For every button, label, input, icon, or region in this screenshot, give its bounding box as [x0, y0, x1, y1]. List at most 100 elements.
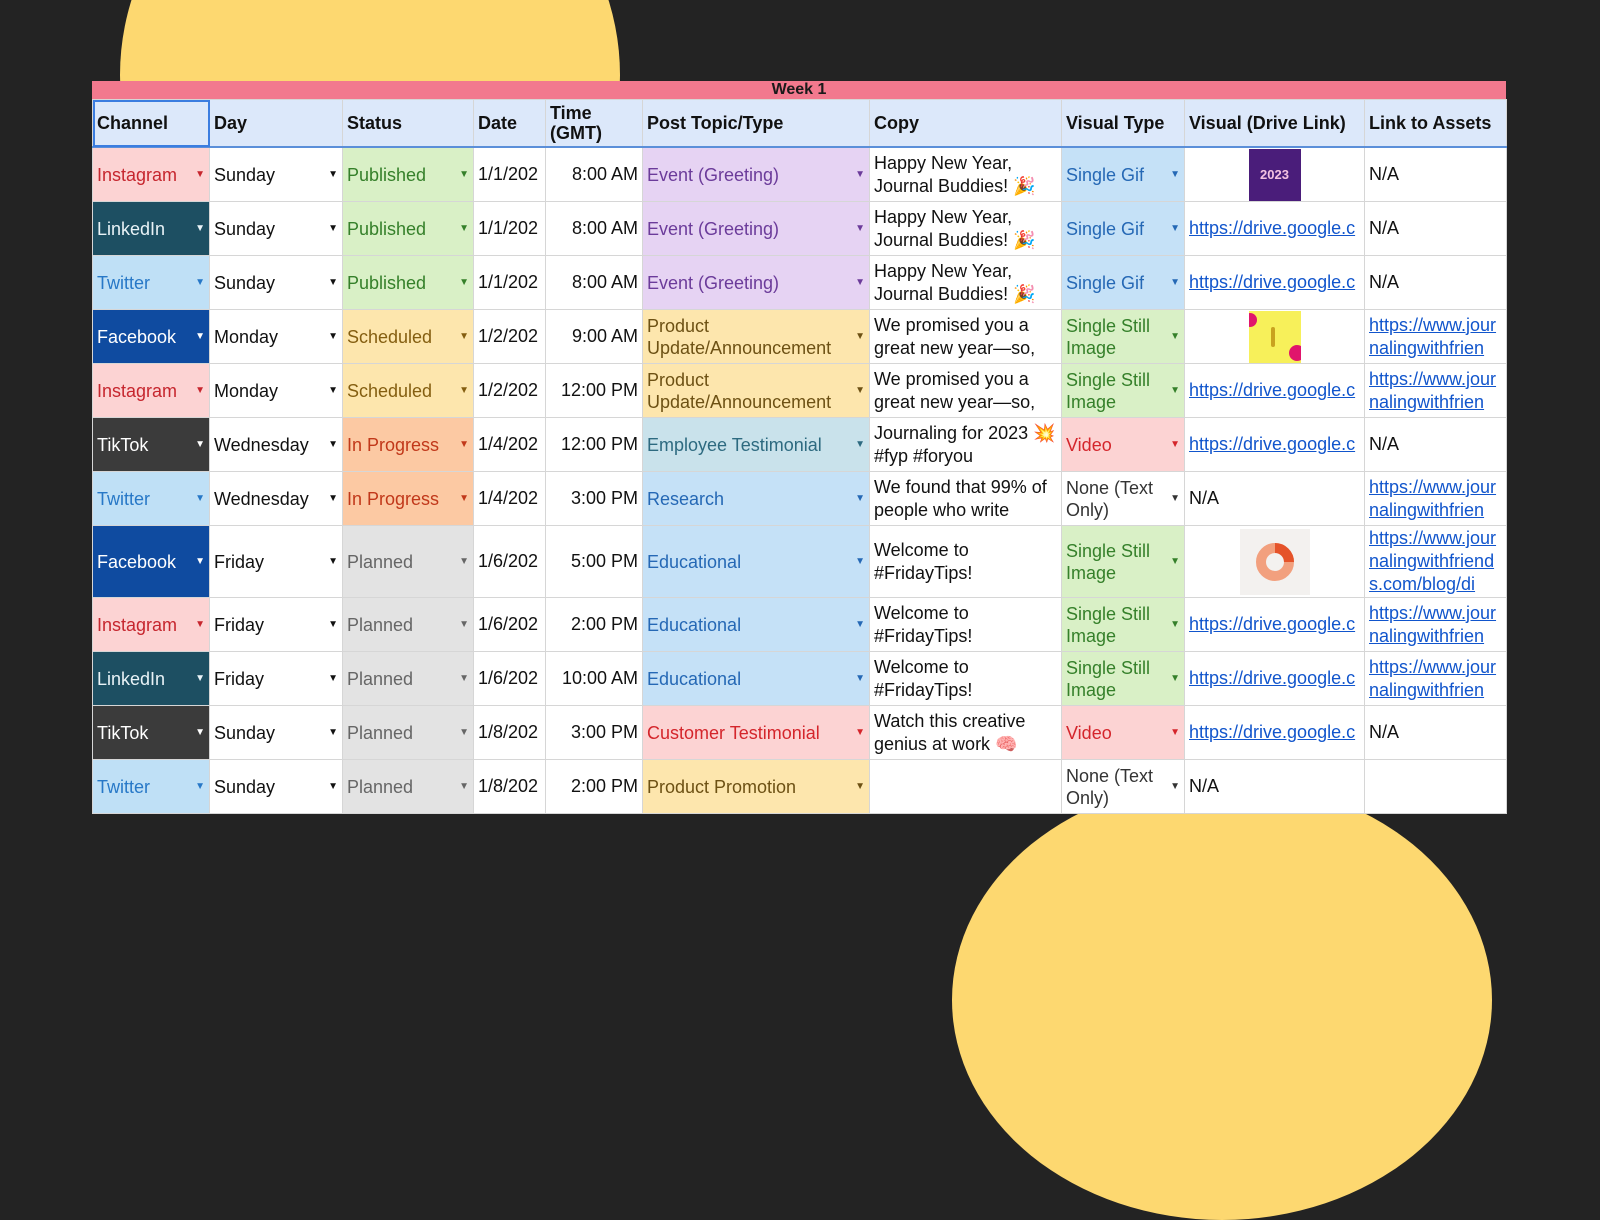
day-cell[interactable]: Friday ▼	[209, 651, 343, 706]
dropdown-arrow-icon[interactable]: ▼	[1170, 727, 1180, 738]
copy-cell[interactable]: We promised you a great new year—so,	[869, 309, 1062, 364]
dropdown-arrow-icon[interactable]: ▼	[855, 493, 865, 504]
copy-cell[interactable]: Happy New Year, Journal Buddies! 🎉	[869, 255, 1062, 310]
channel-cell[interactable]: Facebook ▼	[92, 309, 210, 364]
visual-link-cell[interactable]: N/A	[1184, 471, 1365, 526]
channel-cell[interactable]: Instagram ▼	[92, 597, 210, 652]
dropdown-arrow-icon[interactable]: ▼	[855, 781, 865, 792]
date-cell[interactable]: 1/4/202	[473, 417, 546, 472]
visual-type-cell[interactable]: Video ▼	[1061, 705, 1185, 760]
day-cell[interactable]: Friday ▼	[209, 525, 343, 598]
dropdown-arrow-icon[interactable]: ▼	[459, 781, 469, 792]
channel-cell[interactable]: Twitter ▼	[92, 255, 210, 310]
drive-link[interactable]: https://drive.google.c	[1189, 434, 1360, 455]
dropdown-arrow-icon[interactable]: ▼	[195, 781, 205, 792]
time-cell[interactable]: 10:00 AM	[545, 651, 643, 706]
copy-cell[interactable]: Watch this creative genius at work 🧠	[869, 705, 1062, 760]
assets-link[interactable]: https://www.journalingwithfrien	[1369, 368, 1502, 414]
copy-cell[interactable]: Welcome to #FridayTips!	[869, 651, 1062, 706]
time-cell[interactable]: 5:00 PM	[545, 525, 643, 598]
date-cell[interactable]: 1/6/202	[473, 525, 546, 598]
assets-link-cell[interactable]	[1364, 759, 1507, 814]
copy-cell[interactable]: Welcome to #FridayTips!	[869, 525, 1062, 598]
dropdown-arrow-icon[interactable]: ▼	[195, 439, 205, 450]
dropdown-arrow-icon[interactable]: ▼	[459, 439, 469, 450]
date-cell[interactable]: 1/4/202	[473, 471, 546, 526]
status-cell[interactable]: In Progress ▼	[342, 417, 474, 472]
column-header-channel[interactable]: Channel	[92, 99, 210, 148]
date-cell[interactable]: 1/1/202	[473, 255, 546, 310]
time-cell[interactable]: 8:00 AM	[545, 201, 643, 256]
topic-cell[interactable]: Employee Testimonial ▼	[642, 417, 870, 472]
visual-link-cell[interactable]: N/A	[1184, 759, 1365, 814]
topic-cell[interactable]: Product Promotion ▼	[642, 759, 870, 814]
status-cell[interactable]: Planned ▼	[342, 651, 474, 706]
day-cell[interactable]: Monday ▼	[209, 363, 343, 418]
dropdown-arrow-icon[interactable]: ▼	[855, 331, 865, 342]
dropdown-arrow-icon[interactable]: ▼	[195, 493, 205, 504]
topic-cell[interactable]: Product Update/Announcement ▼	[642, 309, 870, 364]
dropdown-arrow-icon[interactable]: ▼	[328, 673, 338, 684]
dropdown-arrow-icon[interactable]: ▼	[459, 385, 469, 396]
column-header-date[interactable]: Date	[473, 99, 546, 148]
channel-cell[interactable]: LinkedIn ▼	[92, 651, 210, 706]
assets-link-cell[interactable]: https://www.journalingwithfrien	[1364, 363, 1507, 418]
day-cell[interactable]: Friday ▼	[209, 597, 343, 652]
visual-type-cell[interactable]: None (Text Only) ▼	[1061, 471, 1185, 526]
dropdown-arrow-icon[interactable]: ▼	[195, 223, 205, 234]
day-cell[interactable]: Sunday ▼	[209, 146, 343, 202]
copy-cell[interactable]: Journaling for 2023 💥 #fyp #foryou	[869, 417, 1062, 472]
status-cell[interactable]: Published ▼	[342, 255, 474, 310]
column-header-status[interactable]: Status	[342, 99, 474, 148]
status-cell[interactable]: Planned ▼	[342, 759, 474, 814]
day-cell[interactable]: Sunday ▼	[209, 759, 343, 814]
assets-link[interactable]: https://www.journalingwithfriends.com/bl…	[1369, 527, 1502, 596]
visual-thumbnail-image[interactable]: 2023	[1248, 148, 1301, 201]
time-cell[interactable]: 2:00 PM	[545, 759, 643, 814]
time-cell[interactable]: 12:00 PM	[545, 363, 643, 418]
assets-link[interactable]: https://www.journalingwithfrien	[1369, 602, 1502, 648]
column-header-visual-type[interactable]: Visual Type	[1061, 99, 1185, 148]
visual-link-cell[interactable]: https://drive.google.c	[1184, 417, 1365, 472]
visual-type-cell[interactable]: Single Still Image ▼	[1061, 651, 1185, 706]
dropdown-arrow-icon[interactable]: ▼	[328, 223, 338, 234]
visual-link-cell[interactable]: https://drive.google.c	[1184, 255, 1365, 310]
time-cell[interactable]: 3:00 PM	[545, 705, 643, 760]
visual-type-cell[interactable]: Single Gif ▼	[1061, 255, 1185, 310]
time-cell[interactable]: 12:00 PM	[545, 417, 643, 472]
drive-link[interactable]: https://drive.google.c	[1189, 668, 1360, 689]
dropdown-arrow-icon[interactable]: ▼	[855, 439, 865, 450]
dropdown-arrow-icon[interactable]: ▼	[1170, 556, 1180, 567]
topic-cell[interactable]: Educational ▼	[642, 525, 870, 598]
day-cell[interactable]: Monday ▼	[209, 309, 343, 364]
dropdown-arrow-icon[interactable]: ▼	[328, 385, 338, 396]
column-header-copy[interactable]: Copy	[869, 99, 1062, 148]
dropdown-arrow-icon[interactable]: ▼	[328, 439, 338, 450]
dropdown-arrow-icon[interactable]: ▼	[459, 727, 469, 738]
date-cell[interactable]: 1/1/202	[473, 146, 546, 202]
dropdown-arrow-icon[interactable]: ▼	[1170, 385, 1180, 396]
topic-cell[interactable]: Customer Testimonial ▼	[642, 705, 870, 760]
date-cell[interactable]: 1/6/202	[473, 597, 546, 652]
assets-link-cell[interactable]: https://www.journalingwithfrien	[1364, 651, 1507, 706]
dropdown-arrow-icon[interactable]: ▼	[459, 331, 469, 342]
dropdown-arrow-icon[interactable]: ▼	[459, 223, 469, 234]
dropdown-arrow-icon[interactable]: ▼	[328, 727, 338, 738]
visual-type-cell[interactable]: Single Still Image ▼	[1061, 597, 1185, 652]
dropdown-arrow-icon[interactable]: ▼	[195, 556, 205, 567]
dropdown-arrow-icon[interactable]: ▼	[459, 556, 469, 567]
time-cell[interactable]: 9:00 AM	[545, 309, 643, 364]
status-cell[interactable]: Published ▼	[342, 201, 474, 256]
dropdown-arrow-icon[interactable]: ▼	[855, 556, 865, 567]
drive-link[interactable]: https://drive.google.c	[1189, 380, 1360, 401]
dropdown-arrow-icon[interactable]: ▼	[855, 277, 865, 288]
channel-cell[interactable]: Instagram ▼	[92, 363, 210, 418]
dropdown-arrow-icon[interactable]: ▼	[855, 673, 865, 684]
visual-thumbnail-image[interactable]	[1248, 310, 1301, 363]
copy-cell[interactable]: Happy New Year, Journal Buddies! 🎉	[869, 146, 1062, 202]
column-header-visual-link[interactable]: Visual (Drive Link)	[1184, 99, 1365, 148]
visual-link-cell[interactable]: https://drive.google.c	[1184, 597, 1365, 652]
day-cell[interactable]: Wednesday ▼	[209, 471, 343, 526]
dropdown-arrow-icon[interactable]: ▼	[1170, 223, 1180, 234]
visual-link-cell[interactable]: https://drive.google.c	[1184, 705, 1365, 760]
